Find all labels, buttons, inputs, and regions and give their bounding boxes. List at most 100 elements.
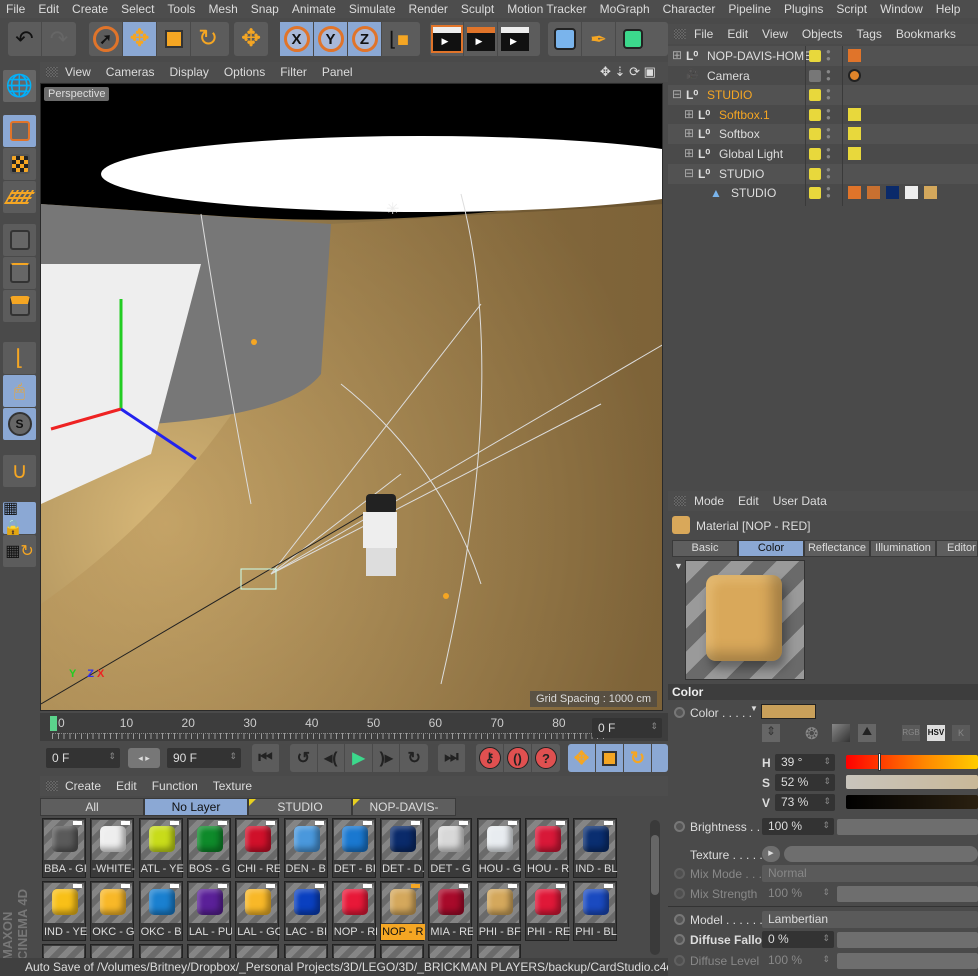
- color-picker-spectrum-button[interactable]: ⇕: [762, 724, 780, 742]
- panel-grip-icon[interactable]: [674, 496, 686, 506]
- color-gradient-button[interactable]: [832, 724, 850, 742]
- perspective-viewport[interactable]: ✳ Perspective Y Z X Grid Spacing : 1000 …: [40, 83, 663, 711]
- material-menu-texture[interactable]: Texture: [213, 779, 252, 793]
- menu-mograph[interactable]: MoGraph: [600, 2, 650, 16]
- diffuse-level-slider[interactable]: [837, 953, 978, 969]
- material-swatch[interactable]: LAL - PU: [186, 881, 232, 941]
- material-swatch[interactable]: PHI - BL: [573, 881, 618, 941]
- edges-mode-button[interactable]: [3, 257, 36, 289]
- attribute-menu-edit[interactable]: Edit: [738, 494, 759, 508]
- light-tag-icon[interactable]: [848, 107, 861, 121]
- menu-snap[interactable]: Snap: [251, 2, 279, 16]
- model-mode-button[interactable]: [3, 115, 36, 147]
- brightness-anim-radio[interactable]: [674, 821, 685, 832]
- object-menu-tags[interactable]: Tags: [857, 27, 882, 41]
- render-settings-button[interactable]: [498, 22, 532, 56]
- playhead[interactable]: [50, 716, 57, 731]
- mat-tan-tag-icon[interactable]: [924, 186, 937, 200]
- render-tag-icon[interactable]: [848, 49, 861, 62]
- viewport-menu-view[interactable]: View: [65, 65, 91, 79]
- step-back-button[interactable]: ◂(: [318, 744, 346, 772]
- material-menu-create[interactable]: Create: [65, 779, 101, 793]
- brightness-field[interactable]: 100 %: [762, 818, 834, 835]
- visibility-toggle[interactable]: [809, 69, 821, 82]
- material-swatch[interactable]: LAC - BI: [283, 881, 328, 941]
- record-button[interactable]: ⚷: [476, 744, 504, 772]
- tab-illumination[interactable]: Illumination: [870, 540, 936, 557]
- planar-workplane-button[interactable]: ▦↻: [3, 535, 36, 567]
- tab-editor[interactable]: Editor: [936, 540, 978, 557]
- material-scroll-thumb[interactable]: [651, 835, 659, 895]
- material-swatch[interactable]: HOU - R: [525, 818, 569, 878]
- render-tag-icon[interactable]: [848, 186, 861, 200]
- render-dots-icon[interactable]: ● ●: [826, 165, 831, 180]
- mix-strength-slider[interactable]: [837, 886, 978, 902]
- key-scale-button[interactable]: [596, 744, 624, 772]
- tab-reflectance[interactable]: Reflectance: [804, 540, 870, 557]
- orbit-icon[interactable]: ⟳: [629, 64, 640, 79]
- next-key-button[interactable]: ↻: [400, 744, 428, 772]
- x-axis-button[interactable]: X: [280, 22, 314, 56]
- mat-blue-tag-icon[interactable]: [886, 186, 899, 200]
- diffuse-falloff-slider[interactable]: [837, 932, 978, 948]
- material-swatch[interactable]: [42, 944, 86, 958]
- material-swatch[interactable]: ATL - YE: [138, 818, 184, 878]
- render-dots-icon[interactable]: ● ●: [826, 146, 831, 161]
- object-row[interactable]: ⊟ L⁰ STUDIO ● ●: [668, 163, 978, 184]
- recent-move-button[interactable]: ✥: [234, 22, 268, 56]
- redo-button[interactable]: ↷: [42, 22, 76, 56]
- object-menu-objects[interactable]: Objects: [802, 27, 843, 41]
- material-swatch[interactable]: [186, 944, 231, 958]
- material-menu-function[interactable]: Function: [152, 779, 198, 793]
- menu-mesh[interactable]: Mesh: [208, 2, 237, 16]
- viewport-menu-cameras[interactable]: Cameras: [106, 65, 155, 79]
- layer-tab-studio[interactable]: STUDIO: [248, 798, 352, 816]
- dolly-icon[interactable]: ⇣: [615, 64, 626, 79]
- render-dots-icon[interactable]: ● ●: [826, 106, 831, 121]
- material-swatch[interactable]: [380, 944, 425, 958]
- diffuse-falloff-anim-radio[interactable]: [674, 934, 685, 945]
- viewport-menu-options[interactable]: Options: [224, 65, 265, 79]
- hsv-s-field[interactable]: 52 %: [775, 774, 835, 791]
- preview-collapse-icon[interactable]: ▼: [674, 561, 683, 571]
- protection-tag-icon[interactable]: [848, 68, 861, 82]
- rgb-mode-button[interactable]: RGB: [902, 725, 920, 741]
- timeline-ruler[interactable]: 0102030405060708090: [40, 713, 668, 741]
- material-swatch[interactable]: DEN - B: [283, 818, 328, 878]
- expand-toggle-icon[interactable]: ⊞: [684, 146, 694, 160]
- texture-slot[interactable]: [784, 846, 978, 862]
- diffuse-falloff-field[interactable]: 0 %: [762, 931, 834, 948]
- material-swatch[interactable]: LAL - GO: [235, 881, 280, 941]
- hsv-s-slider[interactable]: [846, 775, 978, 789]
- undo-button[interactable]: ↶: [8, 22, 42, 56]
- light-tag-icon[interactable]: [848, 147, 861, 160]
- material-swatch[interactable]: IND - BL: [573, 818, 617, 878]
- mix-mode-dropdown[interactable]: Normal: [762, 865, 978, 882]
- menu-character[interactable]: Character: [663, 2, 716, 16]
- menu-simulate[interactable]: Simulate: [349, 2, 396, 16]
- coordinate-system-button[interactable]: ⌊■: [382, 22, 416, 56]
- object-row[interactable]: ⊞ L⁰ Softbox.1 ● ●: [668, 105, 978, 125]
- expand-toggle-icon[interactable]: ⊟: [672, 87, 682, 101]
- object-row[interactable]: ⊞ L⁰ Global Light ● ●: [668, 144, 978, 164]
- material-swatch[interactable]: OKC - G: [90, 881, 134, 941]
- color-anim-radio[interactable]: [674, 707, 685, 718]
- cube-button[interactable]: [548, 22, 582, 56]
- material-swatch[interactable]: PHI - BF: [476, 881, 521, 941]
- material-menu-edit[interactable]: Edit: [116, 779, 137, 793]
- panel-grip-icon[interactable]: [46, 67, 58, 77]
- attribute-menu-mode[interactable]: Mode: [694, 494, 724, 508]
- hsv-v-field[interactable]: 73 %: [775, 794, 835, 811]
- object-menu-file[interactable]: File: [694, 27, 713, 41]
- visibility-toggle[interactable]: [809, 167, 821, 180]
- material-swatch[interactable]: BBA - GI: [42, 818, 87, 878]
- frame-range-arrows[interactable]: ◂ ▸: [128, 748, 160, 768]
- attribute-menu-user-data[interactable]: User Data: [773, 494, 827, 508]
- tweak-mode-button[interactable]: 🖱: [3, 375, 36, 407]
- material-swatch[interactable]: DET - D.: [380, 818, 425, 878]
- menu-motion-tracker[interactable]: Motion Tracker: [507, 2, 586, 16]
- brightness-slider[interactable]: [837, 819, 978, 835]
- move-tool-button[interactable]: ✥: [123, 22, 157, 56]
- viewport-menu-panel[interactable]: Panel: [322, 65, 353, 79]
- material-swatch[interactable]: [90, 944, 135, 958]
